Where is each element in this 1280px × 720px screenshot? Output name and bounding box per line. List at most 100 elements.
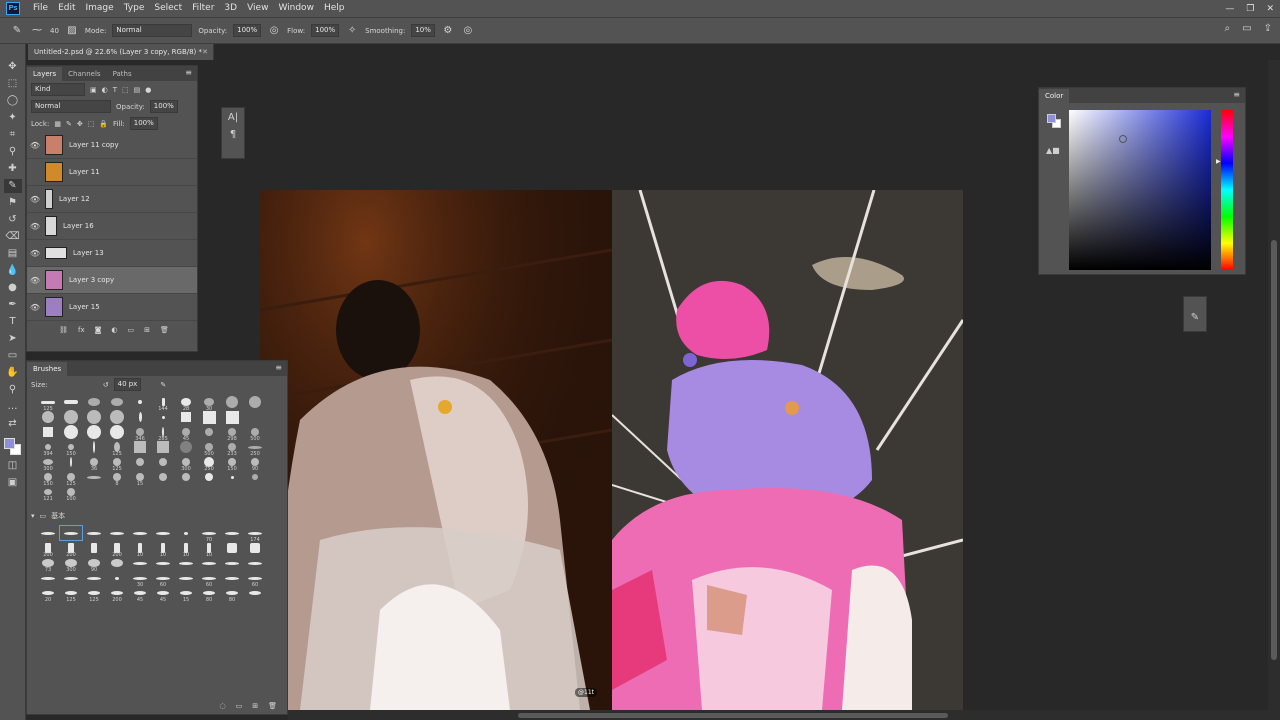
layer-row[interactable]: 👁 Layer 11 copy [27, 132, 197, 159]
brush-preset[interactable]: 144 [152, 395, 174, 412]
brush-preset[interactable]: 150 [60, 440, 82, 457]
brush-preset[interactable]: 80 [198, 586, 220, 603]
close-document-icon[interactable]: ✕ [202, 44, 208, 60]
hue-slider[interactable] [1221, 110, 1233, 270]
clone-stamp-tool-icon[interactable]: ⚑ [4, 196, 22, 210]
brush-preset[interactable]: 233 [221, 440, 243, 457]
brush-preset[interactable] [244, 395, 266, 409]
eye-icon[interactable]: 👁 [27, 303, 43, 312]
filter-adjustment-icon[interactable]: ◐ [102, 86, 108, 94]
paragraph-panel-icon[interactable]: ¶ [224, 128, 242, 142]
eye-icon[interactable]: 👁 [27, 276, 43, 285]
brush-preset[interactable] [60, 455, 82, 469]
delete-layer-icon[interactable]: 🗑 [160, 326, 169, 334]
brush-preset[interactable]: 36 [83, 455, 105, 472]
layer-opacity-field[interactable]: 100% [149, 100, 178, 113]
eye-icon[interactable]: 👁 [27, 249, 43, 258]
flow-field[interactable]: 100% [311, 24, 340, 37]
smoothing-options-gear-icon[interactable]: ⚙ [441, 25, 455, 36]
brush-preset[interactable]: 80 [221, 586, 243, 603]
brush-preset[interactable] [175, 470, 197, 484]
opacity-field[interactable]: 100% [233, 24, 262, 37]
brush-preset[interactable]: 15 [129, 470, 151, 487]
brush-preset[interactable]: 10 [198, 541, 220, 558]
brush-preset[interactable] [60, 425, 82, 439]
default-colors-icon[interactable]: ⇄ [4, 417, 22, 431]
new-brush-icon[interactable]: ⊞ [252, 702, 258, 710]
close-icon[interactable]: ✕ [1266, 4, 1274, 14]
lock-artboard-icon[interactable]: ⬚ [88, 120, 95, 128]
marquee-tool-icon[interactable]: ⬚ [4, 77, 22, 91]
brush-preset[interactable] [221, 470, 243, 484]
smoothing-field[interactable]: 10% [411, 24, 435, 37]
brush-preset[interactable] [175, 556, 197, 570]
tab-paths[interactable]: Paths [107, 67, 138, 81]
blur-tool-icon[interactable]: 💧 [4, 264, 22, 278]
tab-brushes[interactable]: Brushes [27, 362, 68, 376]
brush-preset[interactable] [129, 526, 151, 540]
brush-preset[interactable] [83, 526, 105, 540]
color-picker-handle[interactable] [1119, 135, 1127, 143]
menu-image[interactable]: Image [81, 0, 119, 17]
brush-preset[interactable]: 125 [37, 395, 59, 412]
brush-preset[interactable] [221, 410, 243, 424]
brush-preset[interactable]: 15 [175, 586, 197, 603]
brush-preset[interactable] [129, 440, 151, 454]
gamut-warning-icon[interactable]: ▲■ [1046, 146, 1060, 155]
menu-help[interactable]: Help [319, 0, 350, 17]
menu-select[interactable]: Select [149, 0, 187, 17]
add-mask-icon[interactable]: ◙ [95, 326, 102, 334]
brush-tool-preset-icon[interactable]: ✎ [10, 25, 24, 36]
history-brush-tool-icon[interactable]: ↺ [4, 213, 22, 227]
brush-tool-icon[interactable]: ✎ [3, 179, 22, 193]
brush-preset[interactable]: 298 [221, 425, 243, 442]
brush-preset[interactable] [37, 571, 59, 585]
brush-preset[interactable]: 300 [60, 556, 82, 573]
brush-settings-icon[interactable]: ✎ [160, 381, 166, 389]
brush-preset[interactable]: 90 [83, 556, 105, 573]
new-layer-icon[interactable]: ⊞ [144, 326, 150, 334]
brush-preset[interactable]: 200 [60, 541, 82, 558]
brush-preset[interactable] [60, 395, 82, 409]
restore-icon[interactable]: ❐ [1246, 4, 1254, 14]
fx-icon[interactable]: fx [78, 326, 85, 334]
brush-preset[interactable]: 200 [37, 541, 59, 558]
eye-icon[interactable]: 👁 [27, 141, 43, 150]
tab-channels[interactable]: Channels [62, 67, 106, 81]
brush-preset[interactable]: 500 [244, 425, 266, 442]
brush-preset-picker-icon[interactable]: ⁓ [30, 25, 44, 36]
layer-filter-select[interactable]: Kind [31, 83, 85, 96]
pen-tool-icon[interactable]: ✒ [4, 298, 22, 312]
zoom-tool-icon[interactable]: ⚲ [4, 383, 22, 397]
layer-row[interactable]: 👁 Layer 15 [27, 294, 197, 321]
adjustment-layer-icon[interactable]: ◐ [111, 326, 117, 334]
brush-preset[interactable] [198, 470, 220, 484]
healing-brush-tool-icon[interactable]: ✚ [4, 162, 22, 176]
reset-size-icon[interactable]: ↺ [103, 381, 109, 389]
brush-preset-selected[interactable] [59, 525, 83, 541]
brush-preset[interactable] [244, 541, 266, 555]
brush-preset[interactable] [37, 526, 59, 540]
brush-preset[interactable]: 10 [129, 541, 151, 558]
layer-row[interactable]: 👁 Layer 12 [27, 186, 197, 213]
brush-settings-icon[interactable]: ✎ [1186, 311, 1204, 325]
brush-preset[interactable] [83, 425, 105, 439]
brush-preset[interactable] [37, 425, 59, 439]
brush-preset[interactable]: 30 [198, 395, 220, 412]
brush-group-header[interactable]: ▾ ▭ 基本 [27, 507, 287, 524]
brush-preset[interactable] [83, 541, 105, 555]
layers-panel-menu-icon[interactable]: ≡ [185, 68, 192, 77]
brush-preset[interactable] [106, 410, 128, 424]
brush-preset[interactable]: 300 [175, 455, 197, 472]
lock-image-icon[interactable]: ✎ [66, 120, 72, 128]
menu-view[interactable]: View [242, 0, 273, 17]
blend-mode-select[interactable]: Normal [31, 100, 111, 113]
menu-window[interactable]: Window [273, 0, 319, 17]
brush-preset[interactable] [83, 410, 105, 424]
brush-preset[interactable]: 45 [129, 586, 151, 603]
layer-row-selected[interactable]: 👁 Layer 3 copy [27, 267, 197, 294]
tab-color[interactable]: Color [1039, 89, 1070, 103]
pressure-opacity-icon[interactable]: ◎ [267, 25, 281, 36]
brush-preset[interactable]: 250 [198, 455, 220, 472]
brush-preset[interactable] [106, 395, 128, 409]
